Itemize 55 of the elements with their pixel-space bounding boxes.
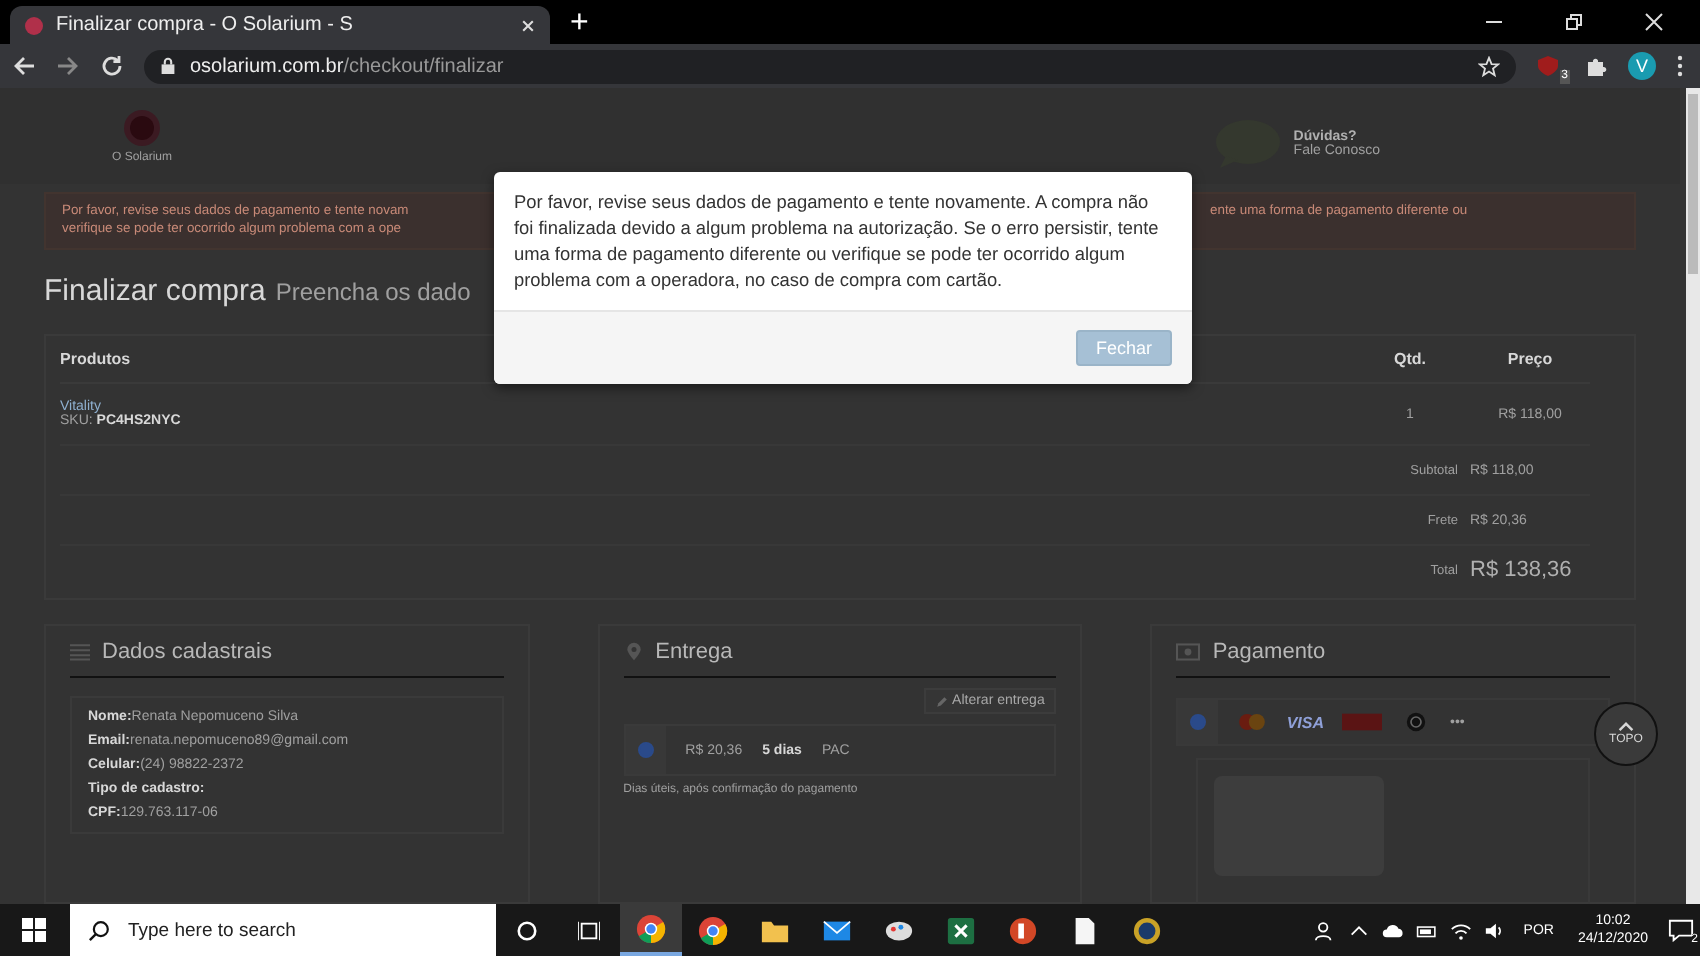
wifi-icon[interactable] — [1449, 919, 1472, 941]
puzzle-icon[interactable] — [1584, 54, 1608, 78]
caret-icon — [1618, 722, 1634, 732]
card-title: Pagamento — [1212, 639, 1326, 663]
task-view-icon[interactable] — [578, 919, 600, 941]
list-icon — [70, 641, 90, 661]
address-bar[interactable]: osolarium.com.br/checkout/finalizar — [144, 49, 1516, 83]
page-title: Finalizar compra — [44, 274, 266, 309]
total-value: R$ 138,36 — [1470, 558, 1574, 583]
star-icon[interactable] — [1478, 55, 1500, 77]
cloud-icon[interactable] — [1381, 919, 1404, 941]
card-title: Dados cadastrais — [102, 639, 272, 663]
radio-button[interactable] — [637, 742, 654, 758]
tab-title: Finalizar compra - O Solarium - S — [56, 14, 355, 36]
taskbar-search-field[interactable]: Type here to search — [70, 904, 496, 956]
pencil-icon — [936, 695, 949, 707]
close-icon[interactable] — [1644, 12, 1664, 32]
back-icon[interactable] — [12, 54, 36, 78]
mastercard-icon — [1236, 712, 1269, 732]
mail-icon — [822, 915, 852, 945]
banknote-icon — [1176, 641, 1201, 661]
cortana-icon[interactable] — [516, 919, 538, 941]
browser-tab[interactable]: Finalizar compra - O Solarium - S — [10, 6, 550, 44]
document-icon — [1070, 915, 1100, 945]
reload-icon[interactable] — [100, 54, 124, 78]
site-icon — [24, 15, 44, 35]
menu-icon[interactable] — [1676, 54, 1684, 78]
new-tab-button[interactable]: + — [570, 6, 589, 42]
windows-icon[interactable] — [22, 918, 46, 942]
chrome-icon — [698, 915, 728, 945]
people-icon[interactable] — [1313, 919, 1336, 941]
column-header: Preço — [1505, 350, 1555, 369]
scrollbar[interactable] — [1686, 88, 1700, 904]
url-text: osolarium.com.br/checkout/finalizar — [190, 55, 504, 77]
page-subtitle: Preencha os dado — [275, 277, 471, 306]
volume-icon[interactable] — [1483, 919, 1506, 941]
card-title: Entrega — [655, 639, 733, 663]
notification-icon — [1667, 918, 1693, 942]
chrome-icon — [636, 913, 666, 943]
search-icon — [88, 919, 110, 941]
game-icon — [1132, 915, 1162, 945]
column-header: Produtos — [60, 350, 133, 369]
visa-logo: VISA — [1286, 713, 1325, 731]
taskbar-app[interactable] — [620, 904, 682, 956]
lock-icon — [160, 56, 176, 76]
close-icon[interactable] — [520, 17, 536, 33]
logo-icon — [122, 108, 162, 149]
spreadsheet-icon — [946, 915, 976, 945]
forward-icon[interactable] — [56, 54, 80, 78]
radio-button[interactable] — [1190, 714, 1207, 730]
column-header: Qtd. — [1392, 350, 1428, 369]
restore-icon[interactable] — [1564, 12, 1584, 32]
card-brand-icon — [1342, 712, 1383, 732]
location-pin-icon — [623, 641, 644, 661]
presentation-icon — [1008, 915, 1038, 945]
